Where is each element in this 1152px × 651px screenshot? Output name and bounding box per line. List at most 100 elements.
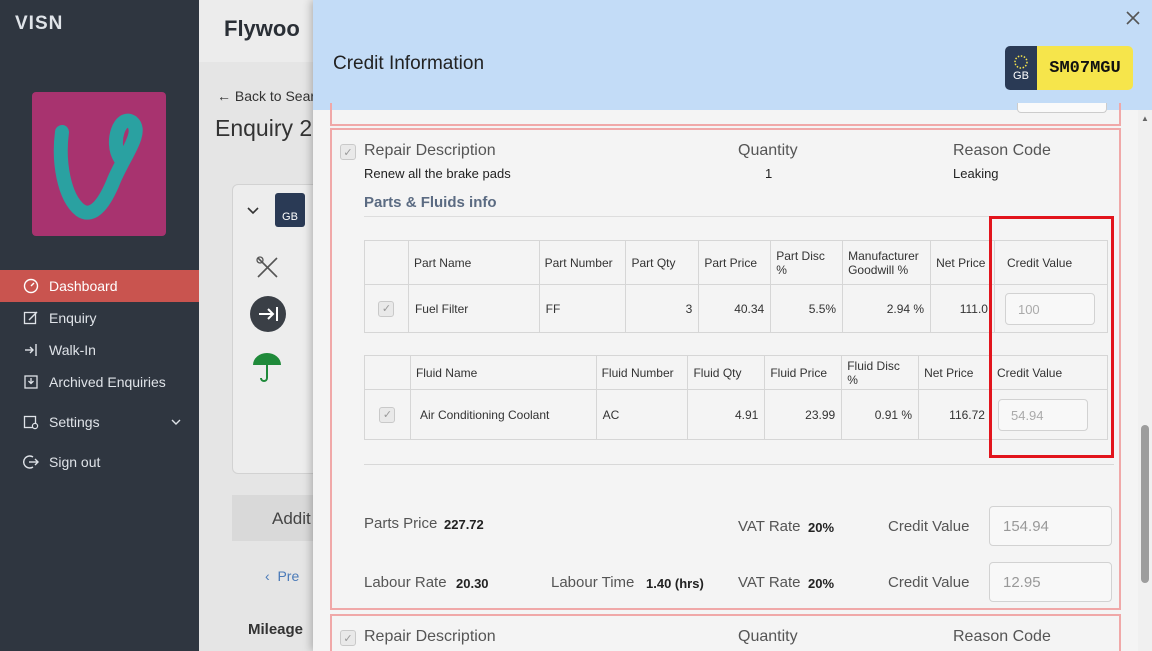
vat-rate-value: 20% (808, 520, 835, 535)
vat-rate-label: VAT Rate (738, 574, 801, 591)
column-header: Fluid Name (409, 355, 597, 390)
sidebar: VISN Dashboard Enquiry Walk-In Archived … (0, 0, 199, 651)
chevron-down-icon[interactable] (247, 203, 259, 221)
reason-code-header: Reason Code (953, 142, 1051, 159)
sidebar-item-sign-out[interactable]: Sign out (0, 446, 199, 478)
sidebar-nav: Dashboard Enquiry Walk-In Archived Enqui… (0, 270, 199, 478)
gauge-icon (22, 277, 40, 295)
sidebar-item-label: Enquiry (49, 310, 97, 326)
column-header: Part Name (407, 240, 540, 285)
parts-price-value: 227.72 (444, 517, 484, 532)
repair-quantity: 1 (765, 166, 773, 181)
mini-plate: GB (275, 193, 305, 227)
fluid-disc: 0.91 % (841, 389, 920, 440)
parts-table: Part Name Part Number Part Qty Part Pric… (364, 240, 1109, 333)
repair-description: Renew all the brake pads (364, 166, 511, 181)
enquiry-title: Enquiry 2 (215, 115, 313, 141)
repair-checkbox[interactable]: ✓ (340, 630, 356, 646)
back-link[interactable]: ← Back to Sear (217, 88, 315, 104)
column-header: Net Price (930, 240, 995, 285)
modal-title: Credit Information (333, 53, 485, 74)
sidebar-item-label: Dashboard (49, 278, 118, 294)
back-link-label: Back to Sear (234, 88, 316, 104)
column-header: Fluid Qty (687, 355, 766, 390)
labour-rate-value: 20.30 (456, 576, 489, 591)
eu-flag: GB (1005, 46, 1037, 90)
page-title: Flywoo (224, 16, 300, 41)
table-row: ✓ Fuel Filter FF 3 40.34 5.5% 2.94 % 111… (364, 284, 1109, 333)
plate-country: GB (1013, 70, 1029, 82)
archive-icon (22, 373, 40, 391)
column-header: Part Number (538, 240, 627, 285)
sign-in-icon (22, 341, 40, 359)
divider (364, 216, 1114, 217)
sidebar-item-archived-enquiries[interactable]: Archived Enquiries (0, 366, 199, 398)
fluid-name: Air Conditioning Coolant (409, 389, 597, 440)
fluid-credit-value-input[interactable]: 54.94 (997, 398, 1088, 431)
sign-out-icon (22, 453, 40, 471)
column-header: Part Qty (625, 240, 700, 285)
logo-v-icon (53, 113, 143, 220)
scrollbar-thumb[interactable] (1141, 425, 1149, 583)
vat-rate-label: VAT Rate (738, 518, 801, 535)
previous-credit-input[interactable] (1017, 103, 1107, 113)
part-credit-value-input[interactable]: 100 (1004, 292, 1095, 325)
part-price: 40.34 (698, 284, 772, 333)
fluid-price: 23.99 (764, 389, 843, 440)
part-checkbox[interactable]: ✓ (378, 300, 395, 317)
part-qty: 3 (625, 284, 700, 333)
sidebar-item-dashboard[interactable]: Dashboard (0, 270, 199, 302)
sidebar-item-label: Walk-In (49, 342, 96, 358)
column-header: Credit Value (990, 355, 1109, 390)
credit-info-panel: Credit Information GB SM07MGU ✓ Repair D… (313, 0, 1152, 651)
scroll-up-icon[interactable]: ▲ (1141, 114, 1149, 123)
scrollbar[interactable]: ▲ (1138, 110, 1152, 651)
repair-item: ✓ Repair Description Quantity Reason Cod… (330, 614, 1121, 651)
close-icon[interactable] (1126, 8, 1140, 31)
reason-code: Leaking (953, 166, 999, 181)
column-header: Part Disc % (770, 240, 844, 285)
part-disc: 5.5% (770, 284, 844, 333)
fluid-checkbox[interactable]: ✓ (379, 406, 396, 423)
part-number: FF (538, 284, 627, 333)
column-header: Fluid Number (595, 355, 689, 390)
sidebar-item-enquiry[interactable]: Enquiry (0, 302, 199, 334)
labour-rate-label: Labour Rate (364, 574, 447, 591)
select-column (364, 240, 409, 285)
umbrella-icon (251, 351, 283, 388)
part-goodwill: 2.94 % (842, 284, 932, 333)
fluids-table: Fluid Name Fluid Number Fluid Qty Fluid … (364, 355, 1109, 440)
column-header: Fluid Disc % (841, 355, 920, 390)
quantity-header: Quantity (738, 628, 798, 645)
sidebar-item-label: Settings (49, 414, 100, 430)
parts-credit-value-input[interactable]: 154.94 (989, 506, 1112, 546)
repair-item: ✓ Repair Description Quantity Reason Cod… (330, 128, 1121, 610)
settings-icon (22, 413, 40, 431)
repair-description-header: Repair Description (364, 628, 496, 645)
column-header: Fluid Price (764, 355, 843, 390)
labour-time-label: Labour Time (551, 574, 635, 591)
part-net-price: 111.0 (930, 284, 995, 333)
select-column (364, 355, 411, 390)
fluid-net-price: 116.72 (918, 389, 992, 440)
labour-credit-value-input[interactable]: 12.95 (989, 562, 1112, 602)
sidebar-item-settings[interactable]: Settings (0, 406, 199, 438)
labour-time-value: 1.40 (hrs) (646, 576, 704, 591)
registration-plate: GB SM07MGU (1005, 46, 1133, 90)
sidebar-item-label: Sign out (49, 454, 101, 470)
column-header: Manufacturer Goodwill % (842, 240, 932, 285)
fluid-number: AC (595, 389, 689, 440)
table-row: ✓ Air Conditioning Coolant AC 4.91 23.99… (364, 389, 1109, 440)
arrow-right-circle-icon[interactable] (249, 295, 287, 338)
previous-link-label: Pre (277, 568, 300, 584)
divider (364, 464, 1114, 465)
sidebar-item-label: Archived Enquiries (49, 374, 166, 390)
reason-code-header: Reason Code (953, 628, 1051, 645)
column-header: Net Price (918, 355, 992, 390)
app-logo (32, 92, 166, 236)
repair-checkbox[interactable]: ✓ (340, 144, 356, 160)
quantity-header: Quantity (738, 142, 798, 159)
previous-link[interactable]: ‹ Pre (265, 568, 299, 584)
sidebar-item-walk-in[interactable]: Walk-In (0, 334, 199, 366)
mileage-label: Mileage (248, 621, 304, 638)
